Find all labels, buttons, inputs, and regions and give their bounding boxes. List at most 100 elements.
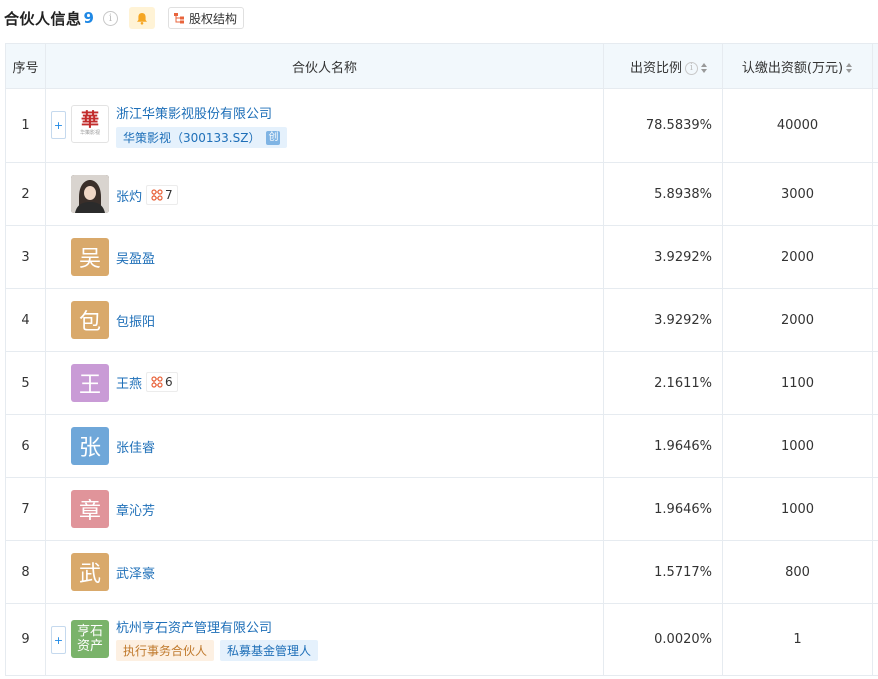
role-tag[interactable]: 私募基金管理人 <box>220 640 319 661</box>
partner-name-link[interactable]: 包振阳 <box>116 311 155 330</box>
table-row: 8 武 武泽豪 1.5717% 800 <box>5 540 878 604</box>
amount-header-label: 认缴出资额(万元) <box>741 60 844 76</box>
partner-name-cell: + 華 华策影视 浙江华策影视股份有限公司 华策影视（300133.SZ）创 <box>45 88 604 163</box>
relation-count: 7 <box>165 188 173 202</box>
monitor-bell-button[interactable] <box>128 7 155 29</box>
table-row: 4 包 包振阳 3.9292% 2000 <box>5 288 878 352</box>
partner-name-link[interactable]: 张佳睿 <box>116 437 155 456</box>
partner-name-cell: 武 武泽豪 <box>45 540 604 604</box>
ratio-cell: 1.5717% <box>603 540 723 604</box>
row-index: 6 <box>5 414 46 478</box>
table-row: 9 + 亨石 资产 杭州亨石资产管理有限公司 执行事务合伙人 私募基金管理人 0… <box>5 603 878 676</box>
column-header-name: 合伙人名称 <box>45 43 604 89</box>
sort-ratio-icon[interactable] <box>701 63 708 73</box>
bell-icon <box>136 12 147 25</box>
relation-badge[interactable]: 7 <box>146 185 178 205</box>
structure-icon <box>173 13 184 24</box>
relation-count: 6 <box>165 375 173 389</box>
partner-name-cell: + 亨石 资产 杭州亨石资产管理有限公司 执行事务合伙人 私募基金管理人 <box>45 603 604 676</box>
table-row: 7 章 章沁芳 1.9646% 1000 <box>5 477 878 541</box>
partner-count: 9 <box>83 9 94 27</box>
ratio-info-icon[interactable]: i <box>685 61 698 75</box>
ratio-cell: 0.0020% <box>603 603 723 676</box>
spacer-cell <box>872 225 878 289</box>
spacer-cell <box>872 351 878 415</box>
spacer-cell <box>872 477 878 541</box>
table-row: 3 吴 吴盈盈 3.9292% 2000 <box>5 225 878 289</box>
partner-name-link[interactable]: 武泽豪 <box>116 563 155 582</box>
row-index: 8 <box>5 540 46 604</box>
amount-cell: 40000 <box>722 88 873 163</box>
ratio-cell: 1.9646% <box>603 477 723 541</box>
partner-name-cell: 张灼 7 <box>45 162 604 226</box>
role-tag: 执行事务合伙人 <box>116 640 215 661</box>
row-index: 2 <box>5 162 46 226</box>
ratio-header-label: 出资比例 <box>629 60 682 76</box>
tag-list: 华策影视（300133.SZ）创 <box>116 127 288 148</box>
spacer-cell <box>872 88 878 163</box>
relation-badge[interactable]: 6 <box>146 372 178 392</box>
column-header-ratio[interactable]: 出资比例 i <box>603 43 723 89</box>
spacer-cell <box>872 162 878 226</box>
partner-name-cell: 吴 吴盈盈 <box>45 225 604 289</box>
table-row: 1 + 華 华策影视 浙江华策影视股份有限公司 华策影视（300133.SZ）创… <box>5 88 878 163</box>
amount-cell: 1000 <box>722 414 873 478</box>
amount-cell: 1 <box>722 603 873 676</box>
row-index: 5 <box>5 351 46 415</box>
table-header-row: 序号 合伙人名称 出资比例 i 认缴出资额(万元) <box>5 43 878 89</box>
spacer-cell <box>872 414 878 478</box>
spacer-cell <box>872 540 878 604</box>
spacer-cell <box>872 288 878 352</box>
company-logo[interactable]: 亨石 资产 <box>71 620 109 658</box>
row-index: 9 <box>5 603 46 676</box>
company-logo[interactable]: 華 华策影视 <box>71 105 109 143</box>
section-title: 合伙人信息 <box>4 9 82 28</box>
avatar-initial[interactable]: 包 <box>71 301 109 339</box>
partner-name-row: 王燕 6 <box>116 372 178 392</box>
partner-name-cell: 张 张佳睿 <box>45 414 604 478</box>
relation-icon <box>151 189 163 201</box>
ratio-cell: 3.9292% <box>603 288 723 352</box>
tag-list: 执行事务合伙人 私募基金管理人 <box>116 640 319 661</box>
ratio-cell: 5.8938% <box>603 162 723 226</box>
row-index: 4 <box>5 288 46 352</box>
equity-structure-button[interactable]: 股权结构 <box>167 7 244 29</box>
ratio-cell: 2.1611% <box>603 351 723 415</box>
info-icon[interactable]: i <box>102 10 118 26</box>
row-index: 3 <box>5 225 46 289</box>
ratio-cell: 1.9646% <box>603 414 723 478</box>
avatar-initial[interactable]: 张 <box>71 427 109 465</box>
expand-button[interactable]: + <box>51 111 66 139</box>
stock-tag[interactable]: 华策影视（300133.SZ）创 <box>116 127 288 148</box>
partner-name-link[interactable]: 张灼 <box>116 186 142 205</box>
partner-name-cell: 章 章沁芳 <box>45 477 604 541</box>
amount-cell: 1000 <box>722 477 873 541</box>
amount-cell: 2000 <box>722 225 873 289</box>
partner-name-link[interactable]: 浙江华策影视股份有限公司 <box>116 103 272 122</box>
avatar-initial[interactable]: 武 <box>71 553 109 591</box>
amount-cell: 800 <box>722 540 873 604</box>
partner-name-row: 张灼 7 <box>116 185 178 205</box>
avatar-initial[interactable]: 章 <box>71 490 109 528</box>
avatar-photo[interactable] <box>71 175 109 213</box>
row-index: 1 <box>5 88 46 163</box>
partner-name-link[interactable]: 杭州亨石资产管理有限公司 <box>116 617 272 636</box>
table-row: 5 王 王燕 6 2.1611% 1100 <box>5 351 878 415</box>
amount-cell: 2000 <box>722 288 873 352</box>
amount-cell: 3000 <box>722 162 873 226</box>
column-header-amount[interactable]: 认缴出资额(万元) <box>722 43 873 89</box>
relation-icon <box>151 376 163 388</box>
partner-name-link[interactable]: 王燕 <box>116 373 142 392</box>
amount-cell: 1100 <box>722 351 873 415</box>
equity-structure-label: 股权结构 <box>188 11 237 26</box>
avatar-initial[interactable]: 王 <box>71 364 109 402</box>
partner-name-link[interactable]: 吴盈盈 <box>116 248 155 267</box>
expand-button[interactable]: + <box>51 626 66 654</box>
partner-name-cell: 王 王燕 6 <box>45 351 604 415</box>
sort-amount-icon[interactable] <box>846 63 853 73</box>
table-row: 2 张灼 7 5.8938% 3000 <box>5 162 878 226</box>
table-row: 6 张 张佳睿 1.9646% 1000 <box>5 414 878 478</box>
board-badge: 创 <box>266 130 281 145</box>
partner-name-link[interactable]: 章沁芳 <box>116 500 155 519</box>
avatar-initial[interactable]: 吴 <box>71 238 109 276</box>
